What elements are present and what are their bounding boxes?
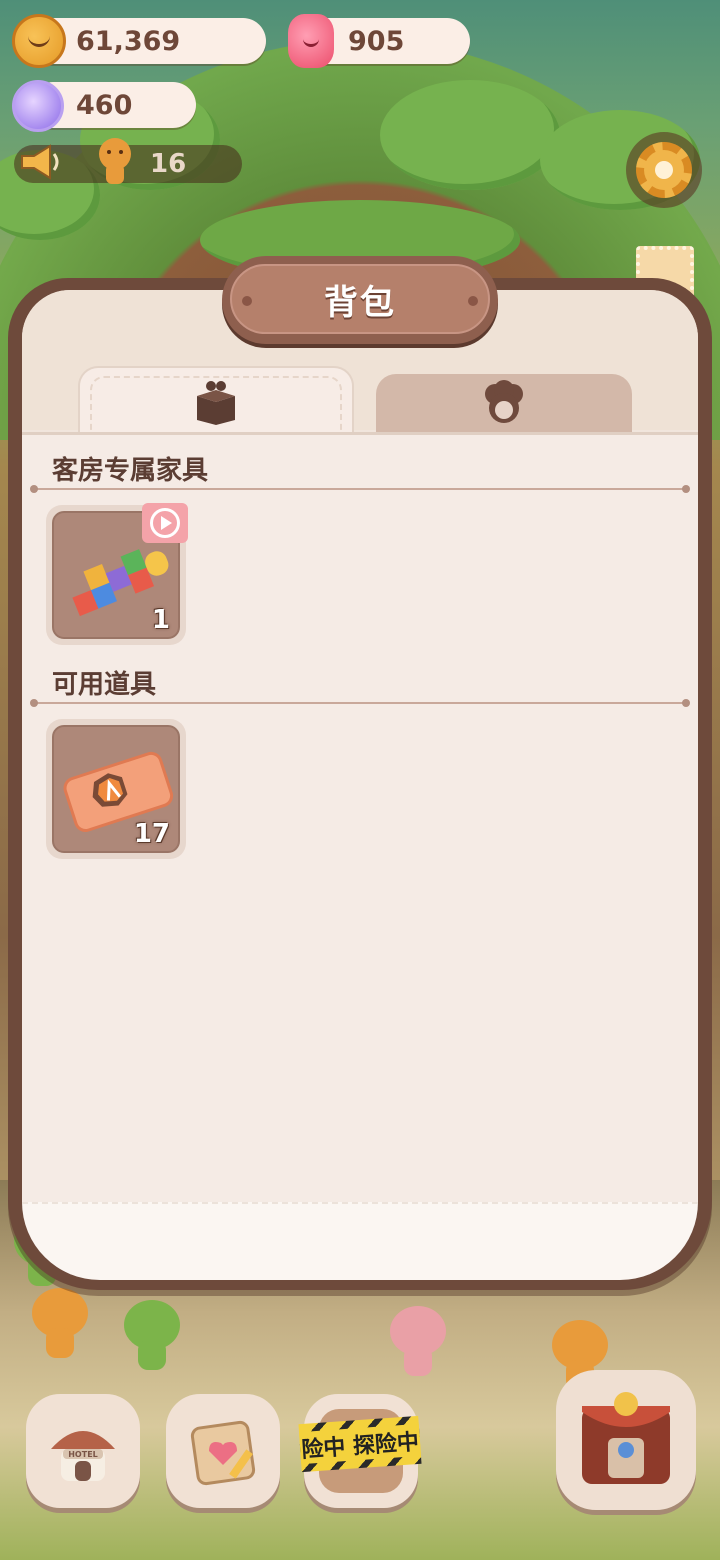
page-title: 背包	[324, 282, 396, 323]
candy-count: 905	[348, 25, 405, 57]
leaf-cluster	[380, 80, 560, 190]
diary-icon	[190, 1420, 256, 1486]
gingerbread-npc[interactable]	[32, 1288, 88, 1358]
tab-furniture[interactable]	[78, 366, 354, 436]
panel-footer	[22, 1202, 698, 1280]
item-slot-ticket[interactable]: 17	[46, 719, 186, 859]
item-count: 1	[151, 605, 170, 635]
tab-characters[interactable]	[376, 374, 632, 434]
diary-button[interactable]	[166, 1394, 280, 1508]
candy-icon	[288, 14, 334, 68]
title-plaque: 背包	[222, 256, 498, 344]
cookie-icon	[12, 14, 66, 68]
megaphone-icon[interactable]	[16, 140, 62, 184]
item-count: 17	[133, 819, 170, 849]
video-play-icon	[150, 508, 180, 538]
character-icon	[485, 380, 523, 423]
section-title-usable-items: 可用道具	[52, 670, 157, 700]
section-title-guest-furniture: 客房专属家具	[52, 456, 209, 486]
gingerbread-npc[interactable]	[124, 1300, 180, 1370]
hotel-icon: HOTEL	[51, 1431, 115, 1481]
adventure-status-text: 险中 探险中	[298, 1423, 422, 1465]
circus-stage-icon	[582, 1392, 670, 1484]
gem-icon	[12, 80, 64, 132]
circus-stage-button[interactable]	[556, 1370, 696, 1510]
gem-count: 460	[76, 89, 133, 121]
adventure-status-tape: 险中 探险中	[298, 1415, 422, 1473]
gingerbread-avatar-icon	[99, 138, 131, 184]
section-divider	[30, 485, 690, 493]
section-divider	[30, 699, 690, 707]
cookie-count: 61,369	[76, 25, 181, 57]
gingerbread-npc[interactable]	[390, 1306, 446, 1376]
video-play-badge[interactable]	[142, 503, 188, 543]
hotel-button[interactable]: HOTEL	[26, 1394, 140, 1508]
gear-icon	[636, 142, 692, 198]
hotel-sign: HOTEL	[68, 1450, 98, 1459]
settings-button[interactable]	[626, 132, 702, 208]
notice-count: 16	[150, 149, 187, 179]
